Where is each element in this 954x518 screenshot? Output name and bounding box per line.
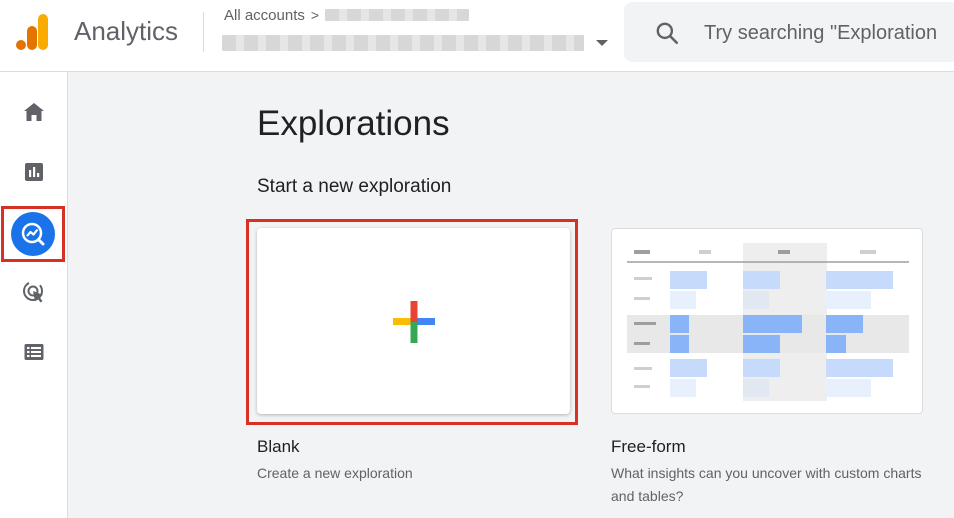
- search-bar[interactable]: Try searching "Exploration: [624, 2, 954, 62]
- redacted-account-name: [325, 9, 470, 21]
- nav-advertising[interactable]: [12, 270, 56, 314]
- nav-reports[interactable]: [12, 150, 56, 194]
- bar-chart-icon: [25, 163, 43, 181]
- property-selector[interactable]: [222, 34, 608, 52]
- search-input[interactable]: Try searching "Exploration: [704, 22, 937, 45]
- list-icon: [24, 344, 44, 360]
- top-bar: Analytics All accounts > Try searching "…: [0, 0, 954, 72]
- blank-template-card[interactable]: [257, 228, 570, 414]
- left-nav: [0, 72, 68, 518]
- search-icon[interactable]: [654, 20, 680, 46]
- freeform-template-title[interactable]: Free-form: [611, 437, 686, 457]
- blank-template-description: Create a new exploration: [257, 465, 413, 481]
- nav-configure[interactable]: [12, 330, 56, 374]
- app-title[interactable]: Analytics: [74, 16, 178, 47]
- nav-explore[interactable]: [1, 206, 65, 262]
- breadcrumb[interactable]: All accounts >: [224, 6, 470, 24]
- breadcrumb-all-accounts[interactable]: All accounts: [224, 7, 305, 24]
- header-divider: [203, 12, 204, 52]
- explore-icon: [21, 222, 45, 246]
- section-title: Start a new exploration: [257, 176, 452, 197]
- home-icon: [24, 103, 44, 121]
- table-preview-illustration: [627, 243, 909, 401]
- chevron-right-icon: >: [310, 7, 320, 23]
- main-content: Explorations Start a new exploration Bla…: [68, 72, 954, 518]
- explore-active-indicator: [11, 212, 55, 256]
- plus-icon: [393, 301, 435, 343]
- page-title: Explorations: [257, 104, 450, 143]
- chevron-down-icon[interactable]: [596, 40, 608, 46]
- freeform-template-description: What insights can you uncover with custo…: [611, 465, 922, 504]
- target-cursor-icon: [23, 281, 43, 303]
- freeform-template-card[interactable]: [611, 228, 923, 414]
- redacted-property-name: [222, 35, 584, 51]
- blank-template-title[interactable]: Blank: [257, 437, 300, 457]
- analytics-logo-icon[interactable]: [16, 14, 50, 50]
- nav-home[interactable]: [12, 90, 56, 134]
